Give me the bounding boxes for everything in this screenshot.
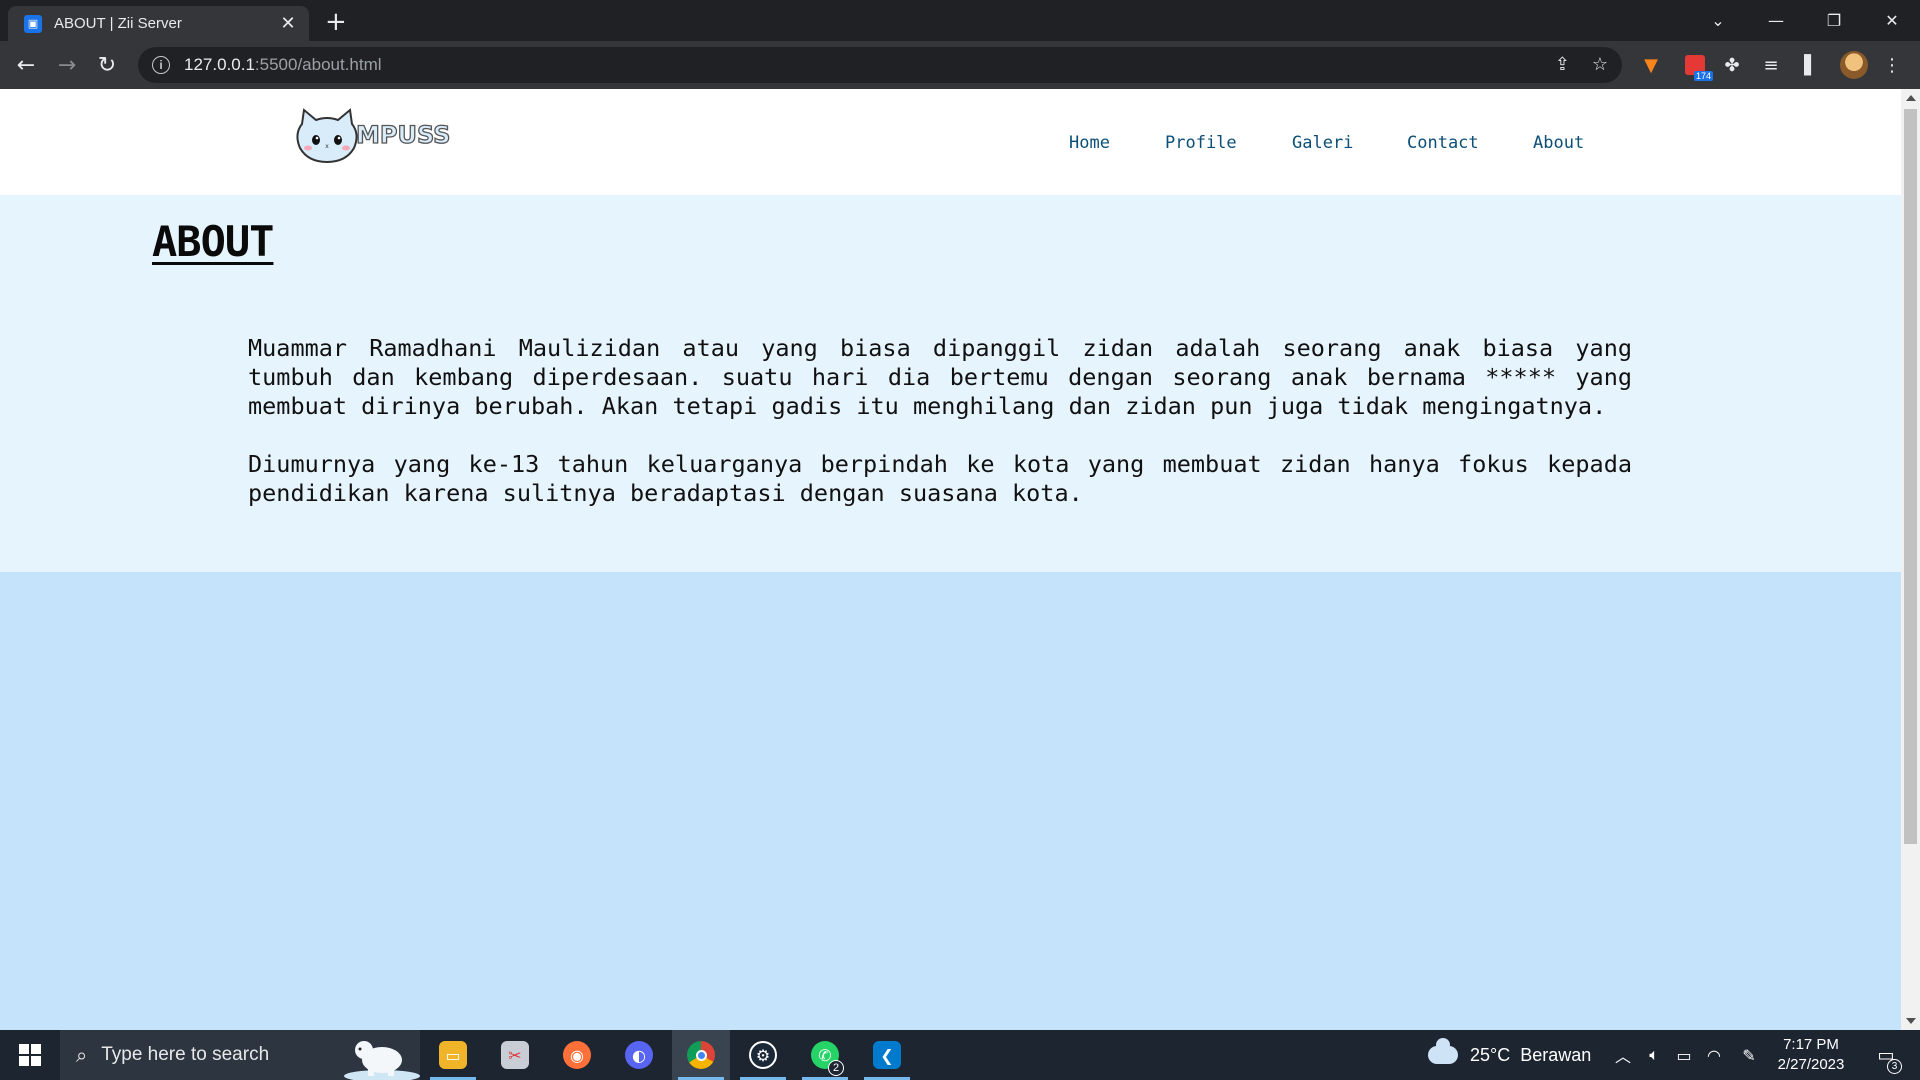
taskbar-discord[interactable]: ◐	[610, 1030, 668, 1080]
scroll-up-arrow[interactable]	[1906, 95, 1916, 101]
share-icon[interactable]: ⇪	[1555, 54, 1570, 75]
taskbar-chrome[interactable]	[672, 1030, 730, 1080]
search-icon: ⌕	[76, 1043, 88, 1067]
browser-titlebar: ▣ ABOUT | Zii Server ✕ + ⌄ — ❐ ✕	[0, 0, 1920, 41]
hidden-icons-chevron-icon[interactable]: ︿	[1608, 1030, 1638, 1080]
extensions-puzzle-icon[interactable]: ✤	[1718, 51, 1746, 79]
chrome-icon	[687, 1041, 715, 1069]
extension-badge: 174	[1693, 71, 1713, 81]
page-title: ABOUT	[152, 217, 274, 266]
svg-text:MPUSS: MPUSS	[356, 121, 450, 149]
close-window-button[interactable]: ✕	[1864, 0, 1920, 41]
profile-avatar[interactable]	[1840, 51, 1868, 79]
address-bar[interactable]: i 127.0.0.1:5500/about.html ⇪ ☆	[138, 47, 1622, 83]
notification-count: 3	[1887, 1059, 1902, 1074]
weather-desc: Berawan	[1520, 1044, 1592, 1065]
about-paragraph-1: Muammar Ramadhani Maulizidan atau yang b…	[248, 334, 1632, 420]
speaker-icon[interactable]: 🔈︎	[1639, 1030, 1669, 1080]
taskbar-whatsapp[interactable]: ✆ 2	[796, 1030, 854, 1080]
taskbar-file-explorer[interactable]: ▭	[424, 1030, 482, 1080]
system-clock[interactable]: 7:17 PM 2/27/2023	[1768, 1035, 1854, 1075]
minimize-button[interactable]: —	[1748, 0, 1804, 41]
svg-text:x: x	[325, 143, 329, 150]
windows-logo-icon	[19, 1044, 41, 1066]
battery-icon[interactable]: ▭	[1669, 1030, 1699, 1080]
restore-button[interactable]: ❐	[1806, 0, 1862, 41]
polar-bear-highlight-icon	[344, 1041, 420, 1080]
nav-link-galeri[interactable]: Galeri	[1292, 133, 1353, 153]
nav-link-contact[interactable]: Contact	[1407, 133, 1479, 153]
browser-tab[interactable]: ▣ ABOUT | Zii Server ✕	[8, 6, 309, 41]
metamask-extension-icon[interactable]: ▼	[1637, 51, 1665, 79]
notification-center-icon[interactable]: ▭ 3	[1866, 1030, 1906, 1080]
taskbar-search-box[interactable]: ⌕ Type here to search	[60, 1030, 420, 1080]
clock-time: 7:17 PM	[1783, 1036, 1839, 1053]
back-button[interactable]: ←	[10, 49, 42, 81]
clock-date: 2/27/2023	[1777, 1056, 1845, 1073]
tab-search-icon[interactable]: ⌄	[1690, 0, 1746, 41]
taskbar-firefox[interactable]: ◉	[548, 1030, 606, 1080]
calendar-extension-icon[interactable]: 174	[1681, 51, 1713, 81]
steam-icon: ⚙	[749, 1041, 777, 1069]
nav-link-profile[interactable]: Profile	[1165, 133, 1237, 153]
about-paragraph-2: Diumurnya yang ke-13 tahun keluarganya b…	[248, 450, 1632, 507]
firefox-icon: ◉	[563, 1041, 591, 1069]
browser-toolbar: ← → ↻ i 127.0.0.1:5500/about.html ⇪ ☆ ▼ …	[0, 41, 1920, 89]
search-placeholder: Type here to search	[101, 1044, 270, 1065]
about-section: ABOUT Muammar Ramadhani Maulizidan atau …	[0, 195, 1901, 572]
reload-button[interactable]: ↻	[91, 49, 123, 81]
about-body: Muammar Ramadhani Maulizidan atau yang b…	[248, 334, 1632, 537]
windows-start-button[interactable]	[0, 1030, 60, 1080]
side-panel-icon[interactable]: ▌	[1797, 51, 1825, 79]
scrollbar-thumb[interactable]	[1904, 109, 1917, 844]
bookmark-star-icon[interactable]: ☆	[1592, 54, 1608, 75]
taskbar-vscode[interactable]: ❮	[858, 1030, 916, 1080]
tab-close-icon[interactable]: ✕	[277, 13, 299, 34]
url-path: :5500/about.html	[254, 55, 382, 74]
page-viewport: x MPUSS Home Profile Galeri Contact Abou…	[0, 89, 1901, 1030]
wifi-icon[interactable]: ◠	[1699, 1030, 1729, 1080]
weather-widget[interactable]: 25°C Berawan	[1428, 1030, 1591, 1080]
site-info-icon[interactable]: i	[152, 56, 170, 74]
page-scrollbar[interactable]	[1901, 89, 1920, 1030]
vscode-icon: ❮	[873, 1041, 901, 1069]
media-queue-icon[interactable]: ≡	[1757, 51, 1785, 79]
mpuss-logo[interactable]: x MPUSS	[294, 108, 464, 166]
nav-link-home[interactable]: Home	[1069, 133, 1110, 153]
site-header: x MPUSS Home Profile Galeri Contact Abou…	[0, 89, 1901, 195]
tab-favicon-icon: ▣	[24, 14, 42, 33]
scroll-down-arrow[interactable]	[1906, 1018, 1916, 1024]
windows-taskbar: ⌕ Type here to search ▭ ✂ ◉ ◐ ⚙ ✆ 2 ❮ 25…	[0, 1030, 1920, 1080]
discord-icon: ◐	[625, 1041, 653, 1069]
weather-temp: 25°C	[1470, 1044, 1511, 1065]
cloud-icon	[1428, 1038, 1458, 1064]
whatsapp-badge: 2	[828, 1060, 844, 1076]
pen-icon[interactable]: ✎	[1734, 1030, 1764, 1080]
nav-link-about[interactable]: About	[1533, 133, 1584, 153]
snipping-tool-icon: ✂	[501, 1041, 529, 1069]
taskbar-snipping-tool[interactable]: ✂	[486, 1030, 544, 1080]
new-tab-button[interactable]: +	[325, 7, 347, 37]
tab-title: ABOUT | Zii Server	[54, 15, 182, 32]
url-host: 127.0.0.1	[184, 55, 255, 74]
folder-icon: ▭	[439, 1041, 467, 1069]
menu-dots-icon[interactable]: ⋮	[1878, 51, 1906, 79]
taskbar-steam[interactable]: ⚙	[734, 1030, 792, 1080]
forward-button[interactable]: →	[51, 49, 83, 81]
